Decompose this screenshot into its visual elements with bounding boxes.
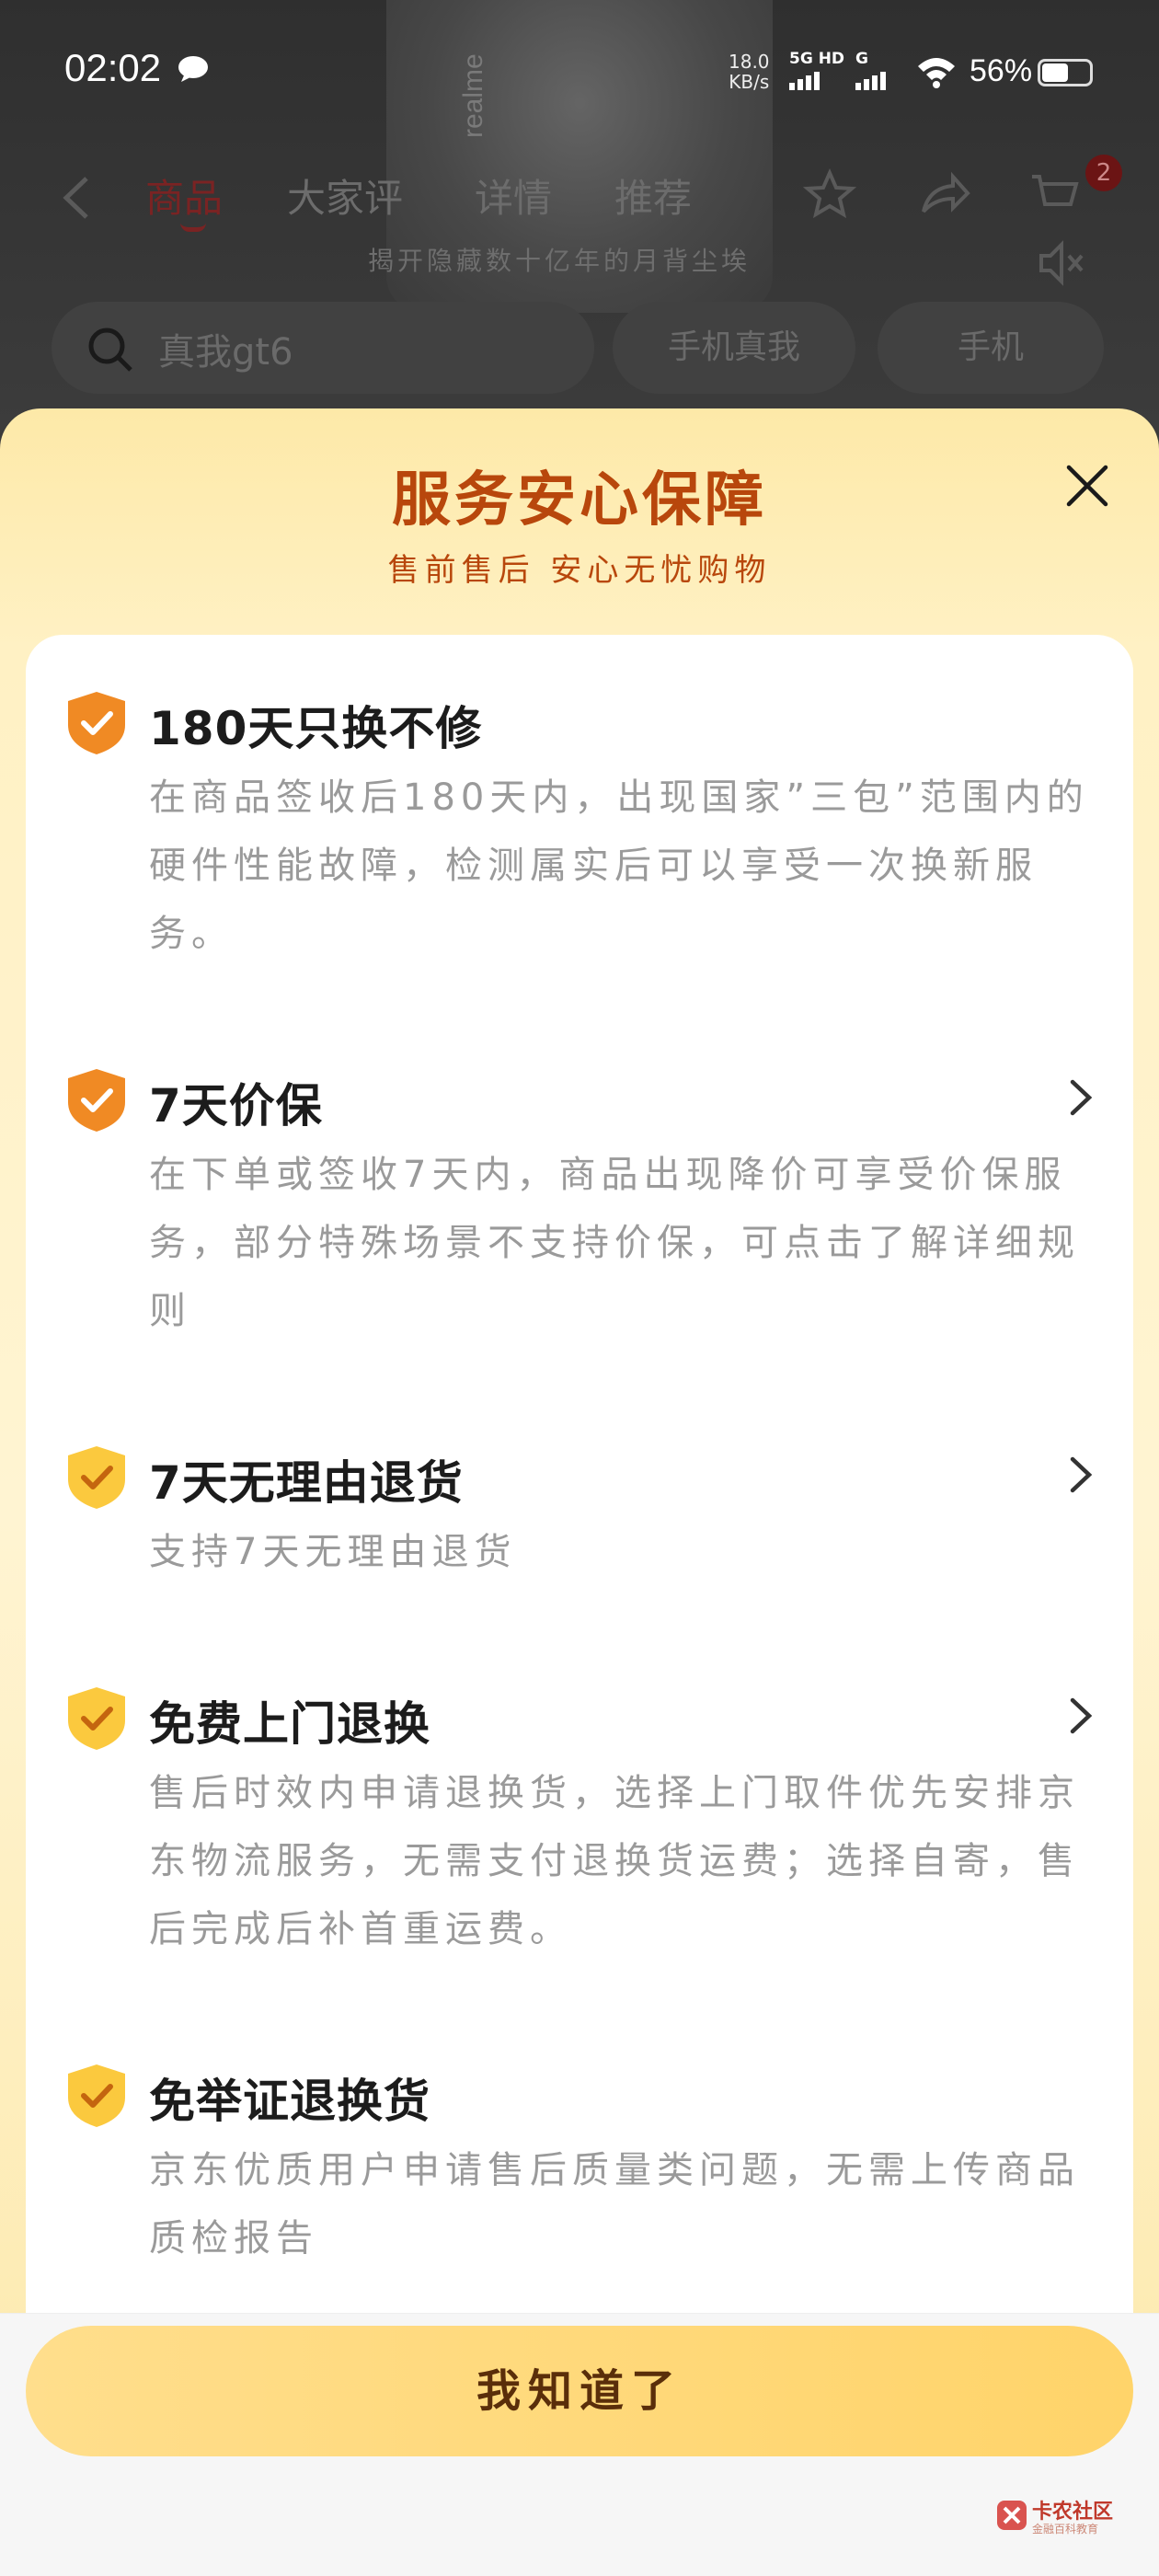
sheet-subtitle: 售前售后 安心无忧购物 — [387, 552, 772, 589]
watermark-slogan: 金融百科教育 — [1032, 2523, 1099, 2536]
cart-icon[interactable] — [1027, 167, 1082, 223]
video-subtitle: 揭开隐藏数十亿年的月背尘埃 — [368, 246, 752, 276]
signal-bars-icon — [855, 70, 886, 90]
network-speed-unit: KB/s — [729, 71, 770, 93]
shield-check-yellow-icon — [68, 1446, 125, 1509]
guarantee-item-header: 180天只换不修 — [64, 683, 1095, 756]
chevron-right-icon[interactable] — [1065, 1454, 1096, 1496]
tab-recommend[interactable]: 推荐 — [614, 167, 692, 224]
guarantee-item-description: 支持7天无理由退货 — [149, 1531, 517, 1573]
sheet-title: 服务安心保障 — [392, 466, 767, 535]
close-icon[interactable] — [1060, 458, 1115, 513]
guarantee-item-title: 免举证退换货 — [149, 2075, 430, 2128]
guarantee-item-title: 180天只换不修 — [149, 702, 483, 755]
guarantee-item-title: 7天价保 — [149, 1079, 323, 1133]
active-tab-indicator — [180, 223, 206, 232]
guarantee-item: 免举证退换货 京东优质用户申请售后质量类问题，无需上传商品质检报告 — [64, 2055, 1095, 2272]
product-page-background: realme 02:02 18.0 KB/s 5G HD G 56% 商品 大家… — [0, 0, 1159, 432]
battery-fill — [1042, 63, 1068, 82]
kanong-logo-icon — [997, 2501, 1027, 2530]
cart-count-badge: 2 — [1085, 155, 1122, 191]
favorite-star-icon[interactable] — [802, 167, 857, 223]
chat-bubble-icon — [178, 56, 208, 82]
signal-bars-icon — [789, 70, 844, 90]
tab-product[interactable]: 商品 — [145, 167, 223, 224]
guarantee-item-header: 7天无理由退货 — [64, 1437, 1095, 1511]
network-speed-value: 18.0 — [729, 51, 770, 73]
service-guarantee-sheet: 服务安心保障 售前售后 安心无忧购物 180天只换不修 在商品签收后180天内，… — [0, 408, 1159, 2576]
share-icon[interactable] — [916, 167, 971, 223]
sim1-label: 5G HD — [789, 50, 845, 68]
shield-check-orange-icon — [68, 692, 125, 754]
battery-percent: 56% — [970, 53, 1033, 88]
status-time: 02:02 — [64, 46, 162, 89]
guarantee-list-card: 180天只换不修 在商品签收后180天内，出现国家”三包”范围内的硬件性能故障，… — [26, 635, 1133, 2383]
search-bar[interactable]: 真我gt6 — [52, 302, 594, 394]
guarantee-item-header: 免举证退换货 — [64, 2055, 1095, 2129]
chevron-right-icon[interactable] — [1065, 1695, 1096, 1737]
sim2-signal: G — [855, 50, 886, 90]
battery-icon — [1038, 59, 1093, 86]
guarantee-item-title: 7天无理由退货 — [149, 1456, 464, 1510]
search-chip[interactable]: 手机真我 — [613, 302, 855, 394]
mute-speaker-icon[interactable] — [1036, 237, 1087, 289]
watermark: 卡农社区 金融百科教育 — [995, 2493, 1152, 2539]
guarantee-item-description: 在下单或签收7天内，商品出现降价可享受价保服务，部分特殊场景不支持价保，可点击了… — [149, 1154, 1080, 1332]
guarantee-item-price-protection[interactable]: 7天价保 在下单或签收7天内，商品出现降价可享受价保服务，部分特殊场景不支持价保… — [64, 1060, 1095, 1345]
network-speed: 18.0 KB/s — [729, 52, 770, 92]
tab-details[interactable]: 详情 — [475, 167, 552, 224]
guarantee-item-header: 免费上门退换 — [64, 1678, 1095, 1752]
sim2-label: G — [855, 50, 868, 68]
chevron-right-icon[interactable] — [1065, 1076, 1096, 1119]
guarantee-item-description: 京东优质用户申请售后质量类问题，无需上传商品质检报告 — [149, 2149, 1080, 2260]
guarantee-item-header: 7天价保 — [64, 1060, 1095, 1133]
search-query: 真我gt6 — [158, 331, 293, 374]
guarantee-item-home-pickup[interactable]: 免费上门退换 售后时效内申请退换货，选择上门取件优先安排京东物流服务，无需支付退… — [64, 1678, 1095, 1963]
sim1-signal: 5G HD — [789, 50, 844, 90]
got-it-button[interactable]: 我知道了 — [26, 2326, 1133, 2456]
guarantee-item: 180天只换不修 在商品签收后180天内，出现国家”三包”范围内的硬件性能故障，… — [64, 683, 1095, 968]
guarantee-item-description: 在商品签收后180天内，出现国家”三包”范围内的硬件性能故障，检测属实后可以享受… — [149, 776, 1089, 955]
guarantee-item-description: 售后时效内申请退换货，选择上门取件优先安排京东物流服务，无需支付退换货运费；选择… — [149, 1772, 1080, 1950]
tab-reviews[interactable]: 大家评 — [287, 167, 403, 224]
wifi-icon — [918, 58, 955, 88]
shield-check-orange-icon — [68, 1069, 125, 1132]
product-nav-bar: 商品 大家评 详情 推荐 — [0, 156, 1159, 232]
guarantee-item-title: 免费上门退换 — [149, 1697, 430, 1751]
status-bar: 02:02 18.0 KB/s 5G HD G 56% — [0, 0, 1159, 138]
shield-check-yellow-icon — [68, 1687, 125, 1750]
shield-check-yellow-icon — [68, 2064, 125, 2127]
guarantee-item-7day-return[interactable]: 7天无理由退货 支持7天无理由退货 — [64, 1437, 1095, 1586]
search-chip[interactable]: 手机 — [878, 302, 1104, 394]
back-arrow-icon[interactable] — [59, 175, 96, 221]
search-icon — [88, 328, 132, 372]
